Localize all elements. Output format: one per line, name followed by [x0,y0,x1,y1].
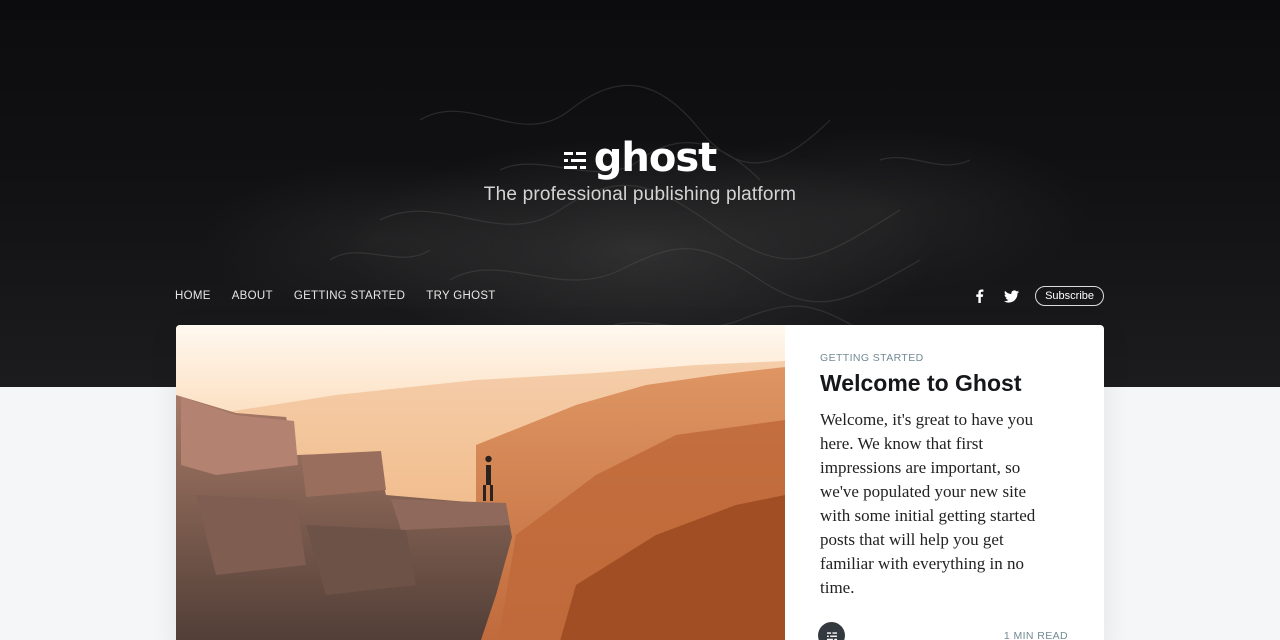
site-tagline: The professional publishing platform [483,184,797,205]
ghost-logo-icon [563,152,586,169]
nav-link-getting-started[interactable]: GETTING STARTED [294,290,405,302]
site-brand: ghost The professional publishing platfo… [0,138,1280,206]
nav-link-about[interactable]: ABOUT [232,290,273,302]
cliff-landscape-image [176,325,785,640]
ghost-logo-icon [826,631,837,640]
main-navigation: HOME ABOUT GETTING STARTED TRY GHOST Sub… [175,286,1104,306]
featured-post-card[interactable]: GETTING STARTED Welcome to Ghost Welcome… [176,325,1104,640]
nav-actions: Subscribe [971,286,1104,306]
post-feature-image[interactable] [176,325,785,640]
post-card-footer: 1 MIN READ [818,622,1068,640]
post-excerpt[interactable]: Welcome, it's great to have you here. We… [820,408,1060,600]
subscribe-button[interactable]: Subscribe [1035,286,1104,306]
reading-time: 1 MIN READ [1003,629,1068,640]
nav-link-try-ghost[interactable]: TRY GHOST [426,290,495,302]
post-title[interactable]: Welcome to Ghost [820,369,1068,397]
post-card-content: GETTING STARTED Welcome to Ghost Welcome… [785,325,1104,640]
facebook-icon[interactable] [971,288,987,304]
site-logo-text: ghost [593,135,718,181]
post-tag[interactable]: GETTING STARTED [820,352,1068,364]
author-avatar[interactable] [818,622,845,640]
twitter-icon[interactable] [1003,288,1019,304]
nav-links: HOME ABOUT GETTING STARTED TRY GHOST [175,290,517,302]
site-logo[interactable]: ghost [563,135,718,181]
nav-link-home[interactable]: HOME [175,290,211,302]
